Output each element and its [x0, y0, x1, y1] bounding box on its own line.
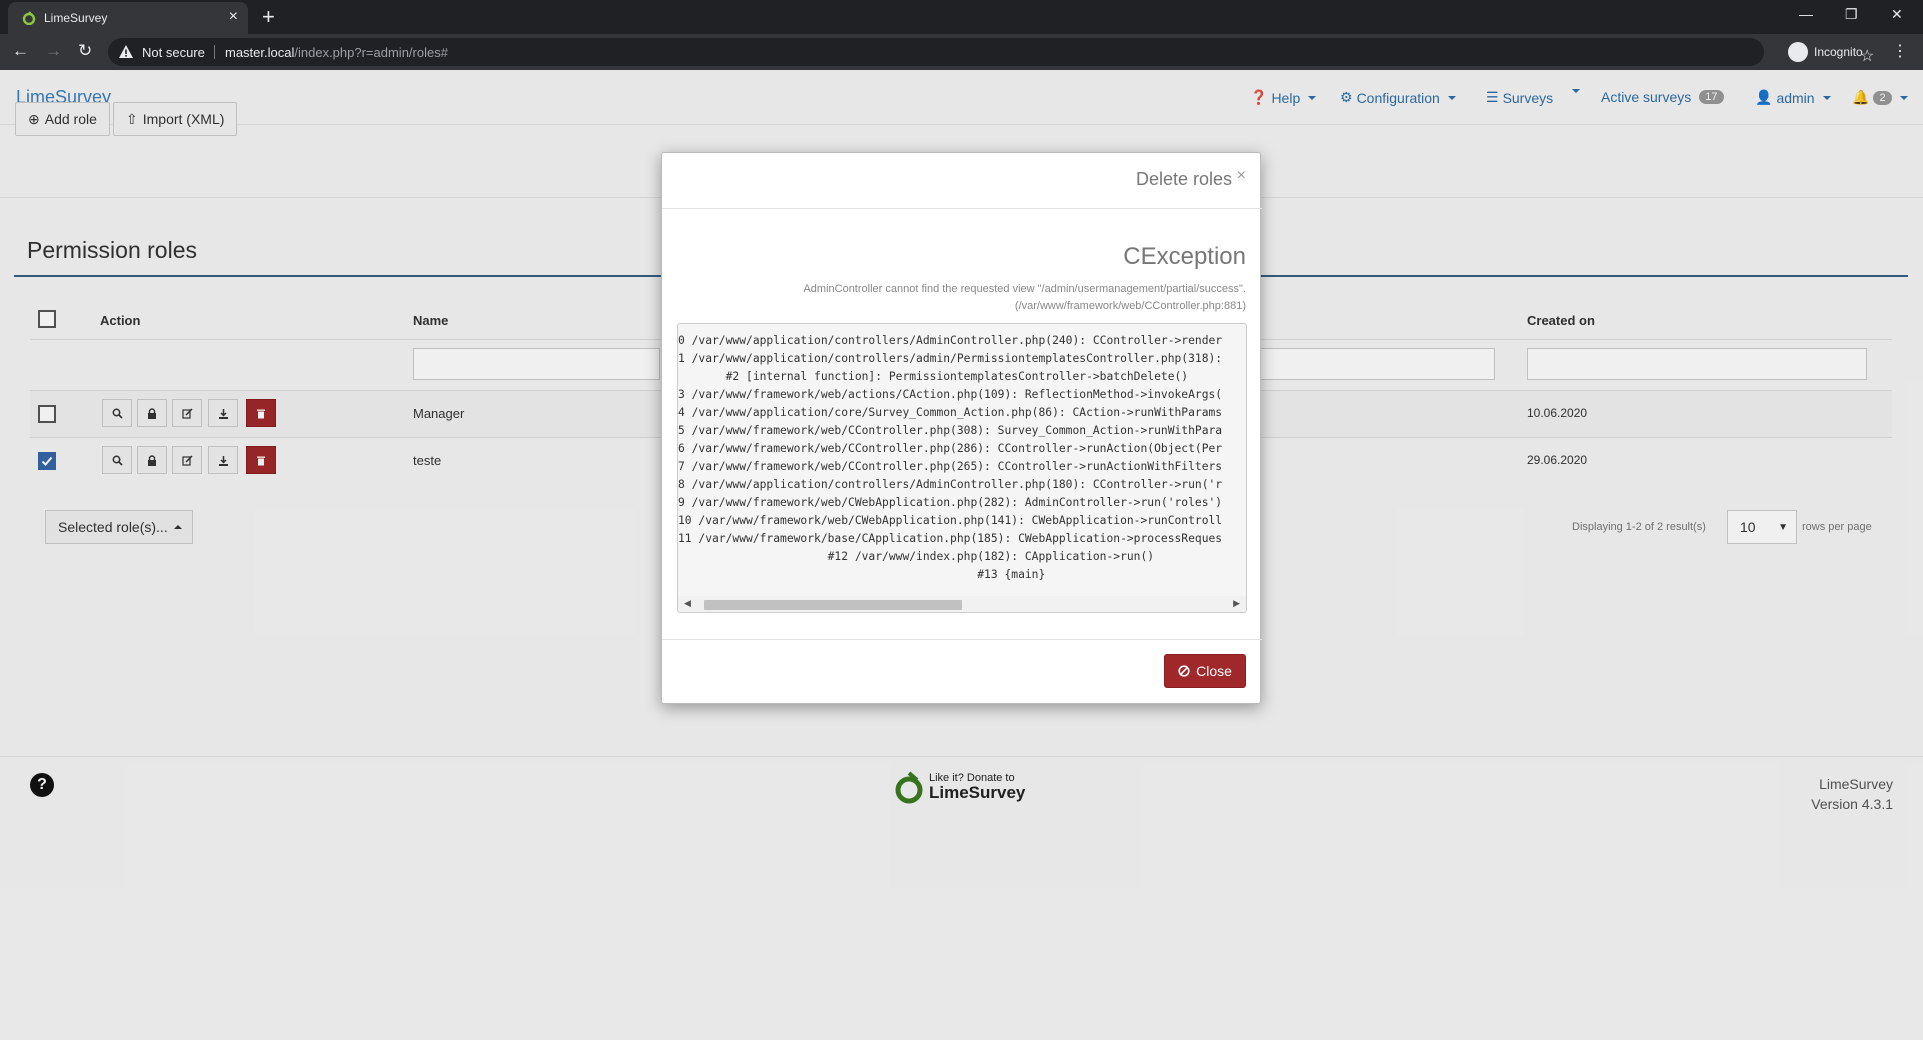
- delete-roles-modal: Delete roles × CException AdminControlle…: [661, 152, 1262, 704]
- incognito-label: Incognito: [1814, 45, 1863, 59]
- ban-icon: [1178, 665, 1190, 677]
- scrollbar-thumb[interactable]: [704, 600, 962, 610]
- trace-line: 10 /var/www/framework/web/CWebApplicatio…: [678, 514, 1223, 527]
- trace-line: 8 /var/www/application/controllers/Admin…: [678, 478, 1223, 491]
- trace-line: 6 /var/www/framework/web/CController.php…: [678, 442, 1223, 455]
- trace-line: 9 /var/www/framework/web/CWebApplication…: [678, 496, 1223, 509]
- trace-line: 4 /var/www/application/core/Survey_Commo…: [678, 406, 1223, 419]
- limesurvey-favicon: [22, 11, 36, 25]
- exception-title: CException: [1123, 243, 1246, 270]
- forward-icon[interactable]: →: [45, 41, 62, 61]
- modal-title: Delete roles: [1135, 169, 1232, 189]
- trace-line: 1 /var/www/application/controllers/admin…: [678, 352, 1223, 365]
- incognito-icon: [1788, 42, 1808, 62]
- stack-trace-box[interactable]: 0 /var/www/application/controllers/Admin…: [677, 323, 1247, 613]
- omnibox[interactable]: Not secure master.local/index.php?r=admi…: [108, 38, 1874, 66]
- trace-line: 11 /var/www/framework/base/CApplication.…: [678, 532, 1223, 545]
- back-icon[interactable]: ←: [12, 41, 29, 61]
- scroll-left-icon[interactable]: ◀: [684, 598, 691, 609]
- tab-close-icon[interactable]: ×: [229, 8, 238, 26]
- warning-icon: [119, 45, 133, 58]
- horizontal-scrollbar[interactable]: ◀ ▶: [678, 596, 1246, 612]
- trace-line: #2 [internal function]: Permissiontempla…: [678, 370, 1189, 383]
- trace-line: #13 {main}: [678, 568, 1046, 581]
- modal-footer-divider: [662, 639, 1262, 640]
- trace-line: 7 /var/www/framework/web/CController.php…: [678, 460, 1223, 473]
- trace-line: 5 /var/www/framework/web/CController.php…: [678, 424, 1223, 437]
- browser-menu-icon[interactable]: ⋮: [1892, 41, 1908, 61]
- trace-line: 0 /var/www/application/controllers/Admin…: [678, 334, 1223, 347]
- omnibox-divider: [214, 45, 215, 59]
- url-path: /index.php?r=admin/roles#: [294, 45, 448, 60]
- restore-icon[interactable]: ❐: [1845, 6, 1858, 23]
- scroll-right-icon[interactable]: ▶: [1233, 598, 1240, 609]
- address-bar: ← → ↻ Not secure master.local/index.php?…: [0, 34, 1923, 70]
- browser-tab-strip: LimeSurvey × + — ❐ ✕: [0, 0, 1923, 34]
- new-tab-icon[interactable]: +: [262, 4, 275, 30]
- exception-message-line-1: AdminController cannot find the requeste…: [803, 283, 1246, 295]
- incognito-indicator[interactable]: Incognito: [1788, 40, 1863, 64]
- url-text[interactable]: master.local/index.php?r=admin/roles#: [225, 45, 448, 60]
- trace-line: 3 /var/www/framework/web/actions/CAction…: [678, 388, 1223, 401]
- stack-trace-content: 0 /var/www/application/controllers/Admin…: [678, 332, 1246, 592]
- close-button-label: Close: [1196, 663, 1232, 679]
- exception-message: AdminController cannot find the requeste…: [686, 281, 1246, 315]
- reload-icon[interactable]: ↻: [78, 41, 92, 61]
- trace-line: #12 /var/www/index.php(182): CApplicatio…: [678, 550, 1155, 563]
- window-close-icon[interactable]: ✕: [1891, 6, 1903, 23]
- browser-tab[interactable]: LimeSurvey ×: [8, 2, 248, 34]
- minimize-icon[interactable]: —: [1799, 6, 1813, 22]
- close-button[interactable]: Close: [1164, 654, 1246, 688]
- modal-header-divider: [662, 208, 1262, 209]
- url-host: master.local: [225, 45, 295, 60]
- tab-title: LimeSurvey: [44, 11, 108, 25]
- modal-close-icon[interactable]: ×: [1237, 167, 1246, 185]
- not-secure-label[interactable]: Not secure: [142, 45, 205, 60]
- exception-message-line-2: (/var/www/framework/web/CController.php:…: [1014, 300, 1246, 312]
